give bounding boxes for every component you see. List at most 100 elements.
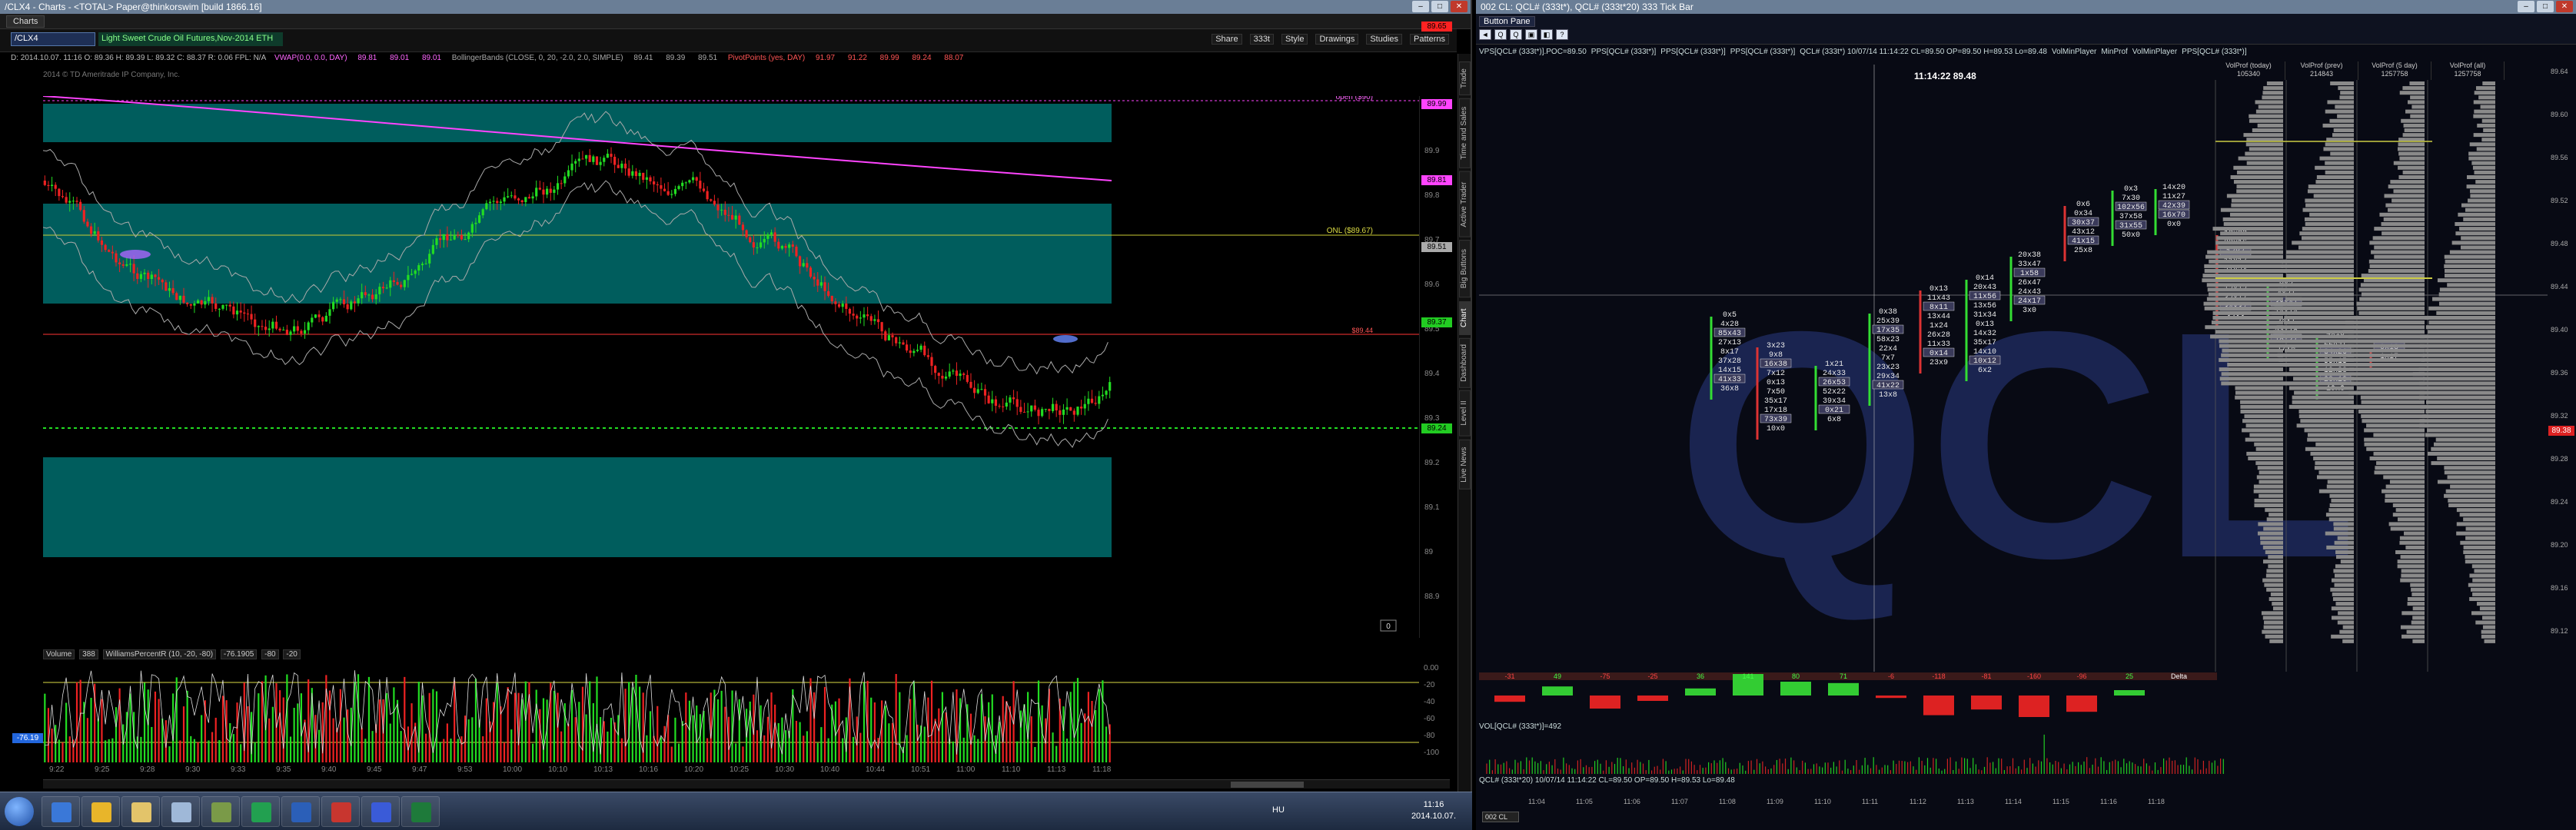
profile-bar [2316,175,2354,179]
tradingview-taskbar-button[interactable] [241,796,280,827]
symbol-input[interactable]: /CLX4 [11,32,95,46]
notepad-taskbar-button[interactable] [161,796,200,827]
side-tab-big-buttons[interactable]: Big Buttons [1459,240,1471,298]
delta-bar [1828,682,1859,696]
app-taskbar-button[interactable] [361,796,400,827]
profile-bar [2283,320,2354,325]
side-tab-dashboard[interactable]: Dashboard [1459,337,1471,388]
indicator-label[interactable]: VolMinPlayer [2132,48,2177,56]
excel-icon [411,802,431,822]
indicator-label[interactable]: PPS[QCL# (333t*)] [1730,48,1795,56]
close-button[interactable]: ✕ [1451,1,1467,12]
layout-icon[interactable]: ◧ [1541,29,1553,40]
word-taskbar-button[interactable] [281,796,320,827]
profile-bar [2275,334,2354,339]
clock[interactable]: 11:16 2014.10.07. [1403,799,1464,822]
indicator-label[interactable]: VolMinPlayer [2052,48,2096,56]
profile-bar [2366,423,2425,428]
help-icon[interactable]: ? [1556,29,1568,40]
profile-bar [2469,142,2495,147]
indicator-label[interactable]: PPS[QCL# (333t*)] [1591,48,1656,56]
start-button[interactable] [5,797,34,826]
acrobat-taskbar-button[interactable] [321,796,360,827]
maximize-button[interactable]: □ [2537,1,2554,12]
side-tab-time-and-sales[interactable]: Time and Sales [1459,98,1471,168]
candle-body [887,335,891,340]
qcl-window-title: 002 CL: QCL# (333t*), QCL# (333t*20) 333… [1481,2,1694,12]
candle-body [645,177,648,180]
chart-tab-002-cl[interactable]: 002 CL [1482,812,1519,822]
profile-bar [2331,616,2354,620]
profile-bar [2292,400,2354,404]
candle-body [795,247,798,257]
qcl-price-tick: 89.24 [2551,498,2568,506]
maximize-button[interactable]: □ [1431,1,1448,12]
wheel-taskbar-button[interactable] [201,796,240,827]
volume-williams-chart[interactable] [43,662,1419,762]
vwap-value: 89.81 [357,54,377,62]
profile-bar [2258,105,2283,109]
close-button[interactable]: ✕ [2556,1,2573,12]
pivots-label[interactable]: PivotPoints (yes, DAY) [728,54,805,62]
tab-charts[interactable]: Charts [6,15,45,28]
candle-body [816,279,819,286]
side-tab-live-news[interactable]: Live News [1459,440,1471,490]
williams-label[interactable]: WilliamsPercentR (10, -20, -80) [102,649,217,659]
qcl-price-axis[interactable]: 89.64 89.60 89.56 89.52 89.48 89.44 89.40 89.36… [2548,65,2576,672]
side-tab-chart[interactable]: Chart [1459,300,1471,335]
aggregation-button[interactable]: 333t [1249,34,1274,45]
price-chart[interactable]: open ($90) ONL ($89.67) $89.44 0 [43,96,1419,638]
chrome-taskbar-button[interactable] [81,796,120,827]
patterns-button[interactable]: Patterns [1410,34,1449,45]
volume-label: Volume [43,649,75,659]
profile-bar [2235,390,2283,395]
candle-body [1069,407,1072,411]
footprint-chart[interactable]: QCL0x54x2885x4327x138x1737x2814x1541x333… [1479,65,2548,672]
zoom-in-icon[interactable]: Q [1494,29,1507,40]
excel-taskbar-button[interactable] [401,796,440,827]
candle-body [876,319,880,323]
cloud-band [43,457,1112,557]
candle-body [666,191,670,195]
candle-body [592,156,595,162]
price-axis[interactable]: 9089.989.889.789.689.589.489.389.289.189… [1419,22,1458,638]
indicator-label[interactable]: VPS[QCL# (333t*)].POC=89.50 [1479,48,1587,56]
candle-body [420,264,424,266]
window-icon[interactable]: ▣ [1525,29,1537,40]
language-indicator[interactable]: HU [1272,805,1285,815]
back-icon[interactable]: ◄ [1479,29,1491,40]
profile-bar [2421,357,2495,362]
side-tab-trade[interactable]: Trade [1459,61,1471,95]
bollinger-label[interactable]: BollingerBands (CLOSE, 0, 20, -2.0, 2.0,… [452,54,623,62]
minimize-button[interactable]: – [2518,1,2534,12]
indicator-label[interactable]: PPS[QCL# (333t*)] [1660,48,1725,56]
candle-body [852,314,855,316]
profile-bar [2399,156,2425,161]
candle-body [769,232,773,234]
side-tab-level-ii[interactable]: Level II [1459,390,1471,437]
minimize-button[interactable]: – [1412,1,1429,12]
chart-scrollbar[interactable] [43,779,1450,788]
explorer-taskbar-button[interactable] [121,796,160,827]
share-button[interactable]: Share [1212,34,1242,45]
profile-bar [2466,184,2495,189]
side-tab-active-trader[interactable]: Active Trader [1459,171,1471,237]
profile-bar [2313,194,2354,198]
indicator-label[interactable]: QCL# (333t*) 10/07/14 11:14:22 CL=89.50 … [1800,48,2047,56]
zoom-out-icon[interactable]: Q [1510,29,1522,40]
profile-bar [2450,484,2495,489]
indicator-label[interactable]: PPS[QCL# (333t*)] [2182,48,2246,56]
studies-button[interactable]: Studies [1366,34,1403,45]
profile-bar [2252,128,2283,132]
style-button[interactable]: Style [1281,34,1308,45]
candle-body [934,366,937,374]
scrollbar-thumb[interactable] [1231,782,1304,788]
drawings-button[interactable]: Drawings [1315,34,1359,45]
indicator-label[interactable]: MinProf [2101,48,2127,56]
candle-body [111,251,114,254]
ie-taskbar-button[interactable] [42,796,80,827]
delta-bar [1542,686,1573,696]
vwap-label[interactable]: VWAP(0.0, 0.0, DAY) [274,54,347,62]
profile-bar [2338,86,2354,91]
profile-bar [2204,269,2283,273]
